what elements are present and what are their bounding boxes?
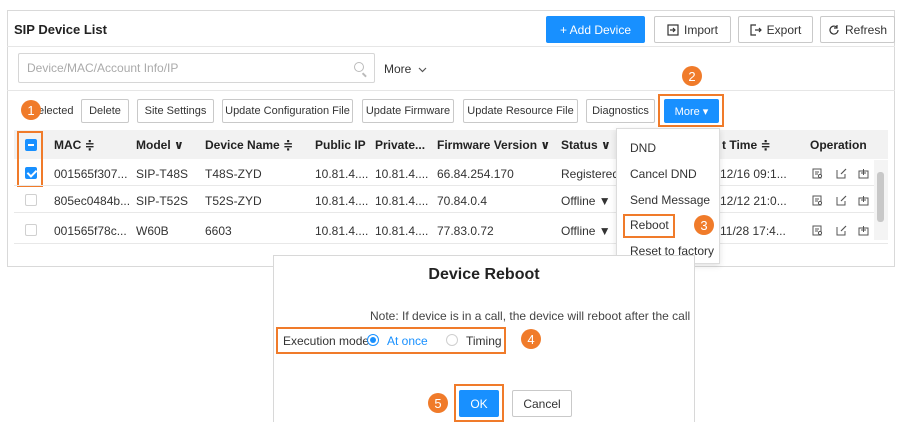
dialog-title: Device Reboot: [428, 266, 540, 283]
detail-icon[interactable]: [812, 225, 823, 236]
row-checkbox[interactable]: [25, 167, 37, 179]
col-device-name[interactable]: Device Name ≑: [205, 138, 293, 152]
row-model: SIP-T48S: [136, 167, 189, 181]
col-model[interactable]: Model ∨: [136, 138, 184, 152]
menu-item-cancel-dnd[interactable]: Cancel DND: [630, 167, 697, 181]
search-icon: [354, 62, 364, 72]
row-mac: 001565f307...: [54, 167, 128, 181]
row-private-ip: 10.81.4....: [375, 167, 429, 181]
divider: [7, 90, 895, 91]
row-public-ip: 10.81.4....: [315, 224, 369, 238]
update-config-button[interactable]: Update Configuration File: [222, 99, 353, 123]
site-settings-button[interactable]: Site Settings: [137, 99, 214, 123]
chevron-down-icon: [418, 67, 427, 73]
sip-device-page: SIP Device List + Add Device Import Expo…: [0, 0, 901, 422]
row-checkbox[interactable]: [25, 224, 37, 236]
row-name: T52S-ZYD: [205, 194, 262, 208]
timing-radio[interactable]: [446, 334, 458, 346]
refresh-button[interactable]: Refresh: [820, 16, 895, 43]
execution-mode-label: Execution mode: [283, 334, 370, 348]
edit-icon[interactable]: [836, 168, 847, 179]
radio-dot: [370, 337, 376, 343]
dialog-note: Note: If device is in a call, the device…: [370, 309, 691, 323]
step-2-highlight: [658, 94, 724, 127]
step-badge-3: 3: [694, 215, 714, 235]
import-label: Import: [683, 22, 718, 37]
row-time: 11/28 17:4...: [720, 224, 786, 238]
table-scrollbar[interactable]: [874, 160, 888, 240]
add-device-button[interactable]: + Add Device: [546, 16, 645, 43]
detail-icon[interactable]: [812, 168, 823, 179]
at-once-label[interactable]: At once: [387, 334, 428, 348]
row-mac: 001565f78c...: [54, 224, 127, 238]
push-icon[interactable]: [858, 225, 869, 236]
step-badge-2: 2: [682, 66, 702, 86]
row-public-ip: 10.81.4....: [315, 194, 369, 208]
col-public-ip: Public IP: [315, 138, 366, 152]
row-time: 12/16 09:1...: [720, 167, 787, 181]
row-model: W60B: [136, 224, 169, 238]
menu-item-dnd[interactable]: DND: [630, 141, 656, 155]
divider: [7, 46, 895, 47]
timing-label[interactable]: Timing: [466, 334, 502, 348]
delete-button[interactable]: Delete: [81, 99, 129, 123]
row-time: 12/12 21:0...: [720, 194, 787, 208]
import-icon: [667, 23, 679, 36]
row-firmware: 77.83.0.72: [437, 224, 494, 238]
selected-count-label: elected: [38, 105, 74, 117]
export-label: Export: [766, 22, 802, 37]
col-private-ip: Private...: [375, 138, 426, 152]
search-placeholder: Device/MAC/Account Info/IP: [27, 61, 179, 75]
row-status[interactable]: Offline ▼: [561, 224, 611, 238]
export-button[interactable]: Export: [738, 16, 813, 43]
update-firmware-button[interactable]: Update Firmware: [362, 99, 454, 123]
page-title: SIP Device List: [14, 22, 107, 37]
col-firmware[interactable]: Firmware Version ∨: [437, 138, 550, 152]
menu-item-send-message[interactable]: Send Message: [630, 193, 710, 207]
row-public-ip: 10.81.4....: [315, 167, 369, 181]
row-firmware: 66.84.254.170: [437, 167, 514, 181]
update-resource-button[interactable]: Update Resource File: [463, 99, 578, 123]
row-model: SIP-T52S: [136, 194, 189, 208]
col-status[interactable]: Status ∨: [561, 138, 611, 152]
step-badge-1: 1: [21, 100, 41, 120]
row-status: Registered: [561, 167, 620, 181]
step-3-highlight: [623, 214, 675, 238]
row-name: 6603: [205, 224, 232, 238]
edit-icon[interactable]: [836, 195, 847, 206]
row-firmware: 70.84.0.4: [437, 194, 488, 208]
more-filter-label: More: [384, 62, 412, 76]
refresh-icon: [829, 24, 839, 35]
col-mac[interactable]: MAC ≑: [54, 138, 95, 152]
detail-icon[interactable]: [812, 195, 823, 206]
row-name: T48S-ZYD: [205, 167, 262, 181]
step-5-highlight: [454, 384, 504, 422]
edit-icon[interactable]: [836, 225, 847, 236]
diagnostics-button[interactable]: Diagnostics: [586, 99, 655, 123]
push-icon[interactable]: [858, 195, 869, 206]
row-checkbox[interactable]: [25, 194, 37, 206]
push-icon[interactable]: [858, 168, 869, 179]
row-status[interactable]: Offline ▼: [561, 194, 611, 208]
import-button[interactable]: Import: [654, 16, 731, 43]
row-mac: 805ec0484b...: [54, 194, 131, 208]
step-badge-4: 4: [521, 329, 541, 349]
at-once-radio[interactable]: [367, 334, 379, 346]
refresh-label: Refresh: [844, 22, 888, 37]
row-private-ip: 10.81.4....: [375, 224, 429, 238]
export-icon: [750, 23, 762, 36]
col-operation: Operation: [810, 138, 867, 152]
scrollbar-thumb[interactable]: [877, 172, 884, 222]
col-time[interactable]: t Time ≑: [722, 138, 771, 152]
more-filter-toggle[interactable]: More: [384, 62, 427, 76]
cancel-button[interactable]: Cancel: [512, 390, 572, 417]
step-badge-5: 5: [428, 393, 448, 413]
search-input[interactable]: Device/MAC/Account Info/IP: [18, 53, 375, 83]
row-private-ip: 10.81.4....: [375, 194, 429, 208]
